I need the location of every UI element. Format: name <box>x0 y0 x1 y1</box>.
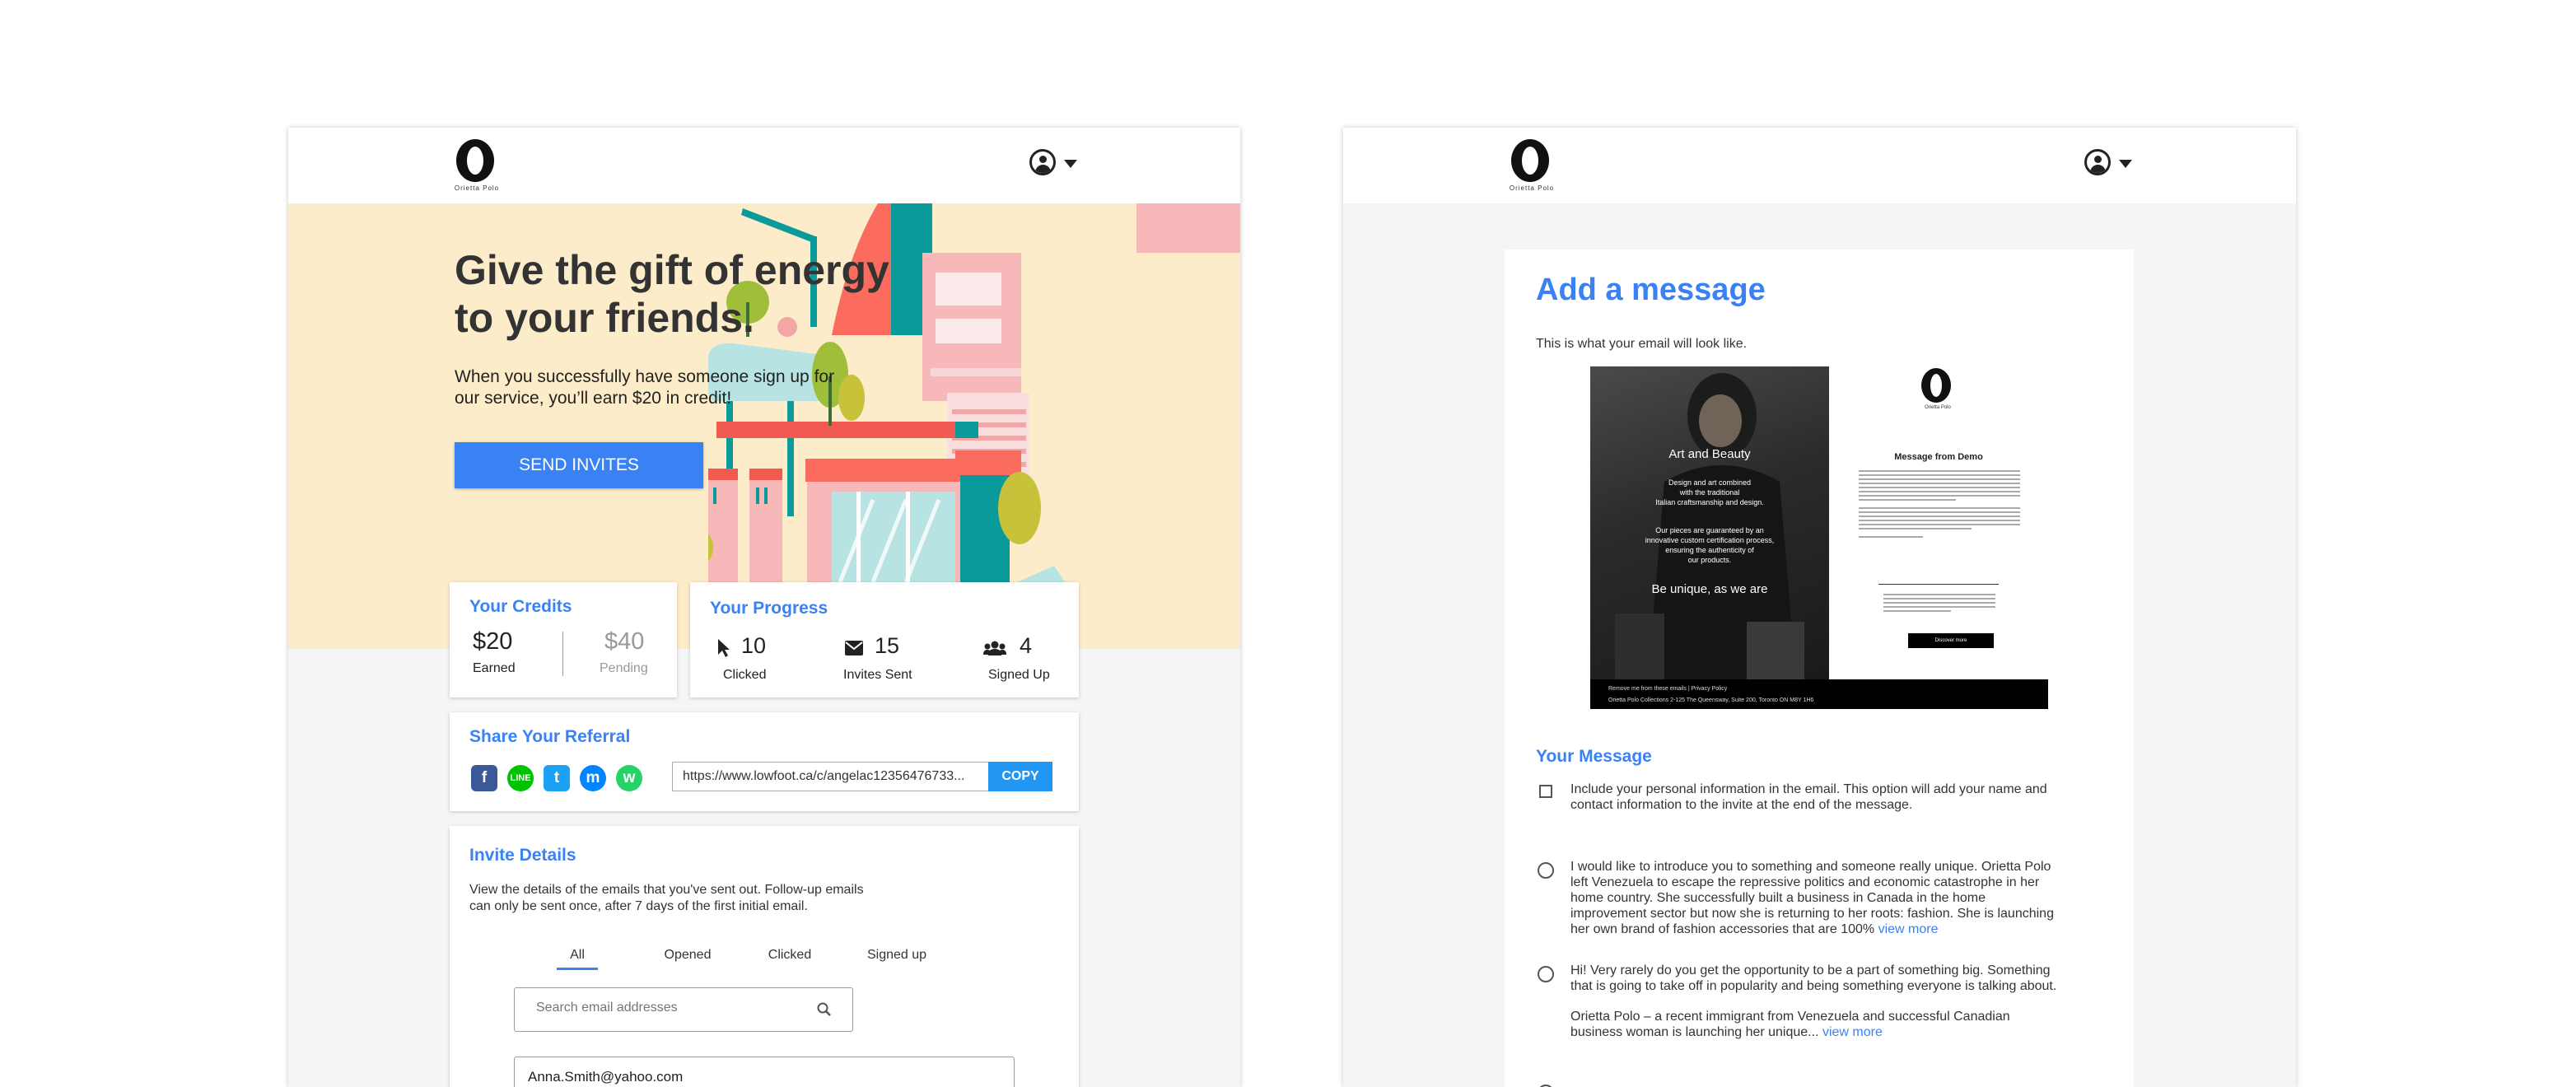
pending-value: $40 <box>604 628 645 655</box>
signed-up-value: 4 <box>1020 633 1033 658</box>
caret-down-icon <box>2119 160 2132 168</box>
messenger-icon[interactable]: m <box>580 765 606 791</box>
preview-line-4: Our pieces are guaranteed by an <box>1655 526 1764 534</box>
email-search <box>514 987 853 1032</box>
earned-label: Earned <box>473 661 516 675</box>
logo-mark <box>1511 139 1549 182</box>
preview-footer-line-2: Orietta Polo Collections 2-125 The Queen… <box>1608 697 1814 703</box>
message-option-2-text: Hi! Very rarely do you get the opportuni… <box>1570 963 2057 993</box>
caret-down-icon <box>1064 160 1077 168</box>
preview-line-1: Design and art combined <box>1668 478 1752 487</box>
view-more-link-1[interactable]: view more <box>1878 922 1939 936</box>
preview-footer: Remove me from these emails | Privacy Po… <box>1590 679 2048 709</box>
header: Orietta Polo <box>1343 128 2296 203</box>
brand-name: Orietta Polo <box>1509 184 1555 192</box>
tab-signed-up[interactable]: Signed up <box>860 948 934 963</box>
users-icon <box>983 641 1006 655</box>
whatsapp-icon[interactable]: w <box>616 765 642 791</box>
preview-text-column: Orietta Polo Message from Demo Discover … <box>1829 366 2048 679</box>
facebook-icon[interactable]: f <box>471 765 497 791</box>
referral-dashboard-panel: Orietta Polo Give the gift of energy to … <box>288 128 1240 1087</box>
earned-value: $20 <box>473 628 513 655</box>
line-icon[interactable]: LINE <box>507 765 534 791</box>
preview-line-2: with the traditional <box>1679 488 1740 497</box>
message-card: Add a message This is what your email wi… <box>1505 250 2134 1087</box>
preview-footer-line-1: Remove me from these emails | Privacy Po… <box>1608 686 1728 692</box>
credits-divider <box>562 632 563 676</box>
your-message-heading: Your Message <box>1536 747 1652 766</box>
message-option-1: I would like to introduce you to somethi… <box>1570 859 2065 937</box>
include-info-checkbox[interactable] <box>1539 785 1552 798</box>
account-menu[interactable] <box>2084 147 2142 182</box>
send-invites-button[interactable]: SEND INVITES <box>455 442 703 488</box>
invite-details-card: Invite Details View the details of the e… <box>450 826 1079 1087</box>
tab-all[interactable]: All <box>557 948 598 970</box>
user-icon <box>2084 149 2111 175</box>
pending-label: Pending <box>600 661 648 675</box>
invite-description: View the details of the emails that you'… <box>469 883 864 913</box>
preview-heading: Message from Demo <box>1894 452 1983 462</box>
twitter-icon[interactable]: t <box>544 765 570 791</box>
preview-fine-print <box>1883 594 1995 614</box>
email-row[interactable]: Anna.Smith@yahoo.com <box>514 1057 1015 1087</box>
view-more-link-2[interactable]: view more <box>1822 1025 1883 1039</box>
tab-clicked[interactable]: Clicked <box>761 948 819 963</box>
tab-opened[interactable]: Opened <box>659 948 716 963</box>
referral-title: Share Your Referral <box>469 727 631 746</box>
signed-up-label: Signed Up <box>988 668 1050 682</box>
cursor-icon <box>718 639 730 657</box>
copy-button[interactable]: COPY <box>988 762 1052 791</box>
preview-brand: Orietta Polo <box>1925 405 1951 410</box>
preview-line-7: our products. <box>1687 556 1732 564</box>
preview-slogan: Be unique, as we are <box>1651 582 1768 596</box>
credits-card: Your Credits $20 Earned $40 Pending <box>450 582 677 697</box>
brand-name: Orietta Polo <box>454 184 500 192</box>
invites-sent-value: 15 <box>875 633 900 658</box>
email-preview: Art and Beauty Design and art combined w… <box>1590 366 2048 709</box>
referral-url-field[interactable]: https://www.lowfoot.ca/c/angelac12356476… <box>672 762 992 791</box>
invite-title: Invite Details <box>469 846 576 865</box>
preview-line-3: Italian craftsmanship and design. <box>1655 498 1764 506</box>
referral-card: Share Your Referral f LINE t m w https:/… <box>450 712 1079 811</box>
search-icon[interactable] <box>816 1001 833 1018</box>
credits-title: Your Credits <box>469 597 572 616</box>
invites-sent-label: Invites Sent <box>843 668 912 682</box>
brand-logo[interactable]: Orietta Polo <box>451 139 502 194</box>
envelope-icon <box>845 641 863 655</box>
clicked-value: 10 <box>741 633 767 658</box>
preview-discover-button: Discover more <box>1908 633 1994 648</box>
message-option-1-radio[interactable] <box>1538 862 1554 879</box>
message-option-2-radio[interactable] <box>1538 966 1554 982</box>
message-title: Add a message <box>1536 273 1766 307</box>
message-option-2-more: Orietta Polo – a recent immigrant from V… <box>1570 1009 2065 1040</box>
preview-photo-title: Art and Beauty <box>1668 447 1751 461</box>
message-option-2-text-b: Orietta Polo – a recent immigrant from V… <box>1570 1010 2010 1039</box>
account-menu[interactable] <box>1029 147 1087 182</box>
preview-line-5: innovative custom certification process, <box>1645 536 1775 544</box>
brand-logo[interactable]: Orietta Polo <box>1506 139 1557 194</box>
progress-title: Your Progress <box>710 599 828 618</box>
progress-card: Your Progress 10 Clicked 15 Invites Sent… <box>690 582 1079 697</box>
preview-body-text <box>1859 470 2020 540</box>
message-option-2: Hi! Very rarely do you get the opportuni… <box>1570 963 2065 1040</box>
preview-photo: Art and Beauty Design and art combined w… <box>1590 366 1829 679</box>
model-silhouette <box>1615 373 1804 679</box>
preview-line-6: ensuring the authenticity of <box>1665 546 1754 554</box>
message-option-1-text: I would like to introduce you to somethi… <box>1570 860 2054 936</box>
logo-mark <box>456 139 494 182</box>
hero-subtitle: When you successfully have someone sign … <box>455 367 835 408</box>
hero-title: Give the gift of energy to your friends. <box>455 247 889 341</box>
user-icon <box>1029 149 1056 175</box>
clicked-label: Clicked <box>723 668 767 682</box>
header: Orietta Polo <box>288 128 1240 203</box>
preview-logo: Orietta Polo <box>1921 368 1954 410</box>
include-info-label: Include your personal information in the… <box>1570 782 2047 812</box>
preview-divider <box>1878 584 1999 585</box>
message-subtitle: This is what your email will look like. <box>1536 337 1748 351</box>
add-message-panel: Orietta Polo Add a message This is what … <box>1343 128 2296 1087</box>
search-input[interactable] <box>534 1000 801 1016</box>
